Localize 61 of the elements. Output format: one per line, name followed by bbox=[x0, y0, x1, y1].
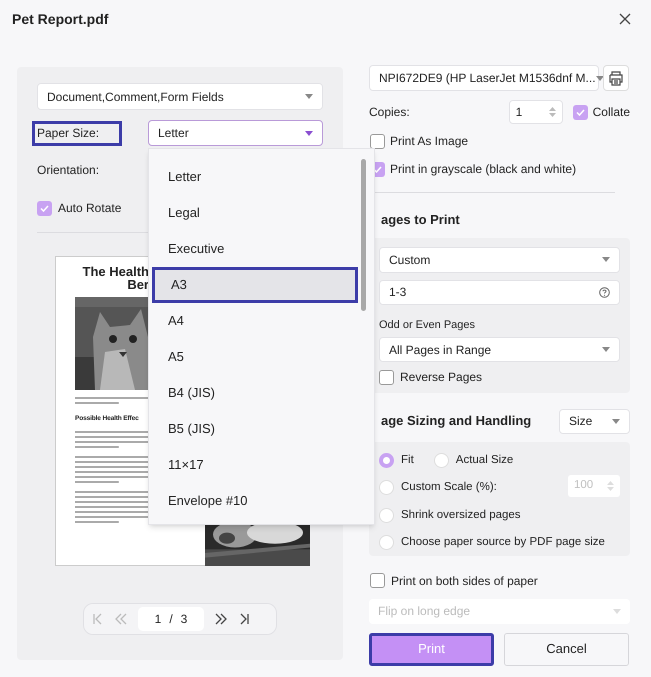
printer-settings-button[interactable] bbox=[603, 65, 629, 91]
field-label: Orientation: bbox=[37, 162, 100, 179]
page-number-field[interactable]: 1 / 3 bbox=[138, 607, 204, 631]
checkmark-icon bbox=[40, 204, 49, 212]
page-range-select[interactable]: Custom bbox=[379, 246, 620, 272]
radio-label: Custom Scale (%): bbox=[401, 480, 497, 496]
scrollbar-thumb[interactable] bbox=[361, 159, 366, 311]
next-page-icon[interactable] bbox=[214, 613, 228, 625]
checkbox[interactable] bbox=[572, 104, 588, 120]
checkbox[interactable] bbox=[37, 200, 52, 216]
caret-icon bbox=[612, 418, 620, 424]
checkbox-label: Auto Rotate bbox=[58, 200, 122, 217]
checkbox[interactable] bbox=[370, 573, 385, 588]
last-page-icon[interactable] bbox=[238, 613, 250, 625]
spinner-arrows-icon bbox=[607, 480, 614, 492]
caret-icon bbox=[305, 94, 313, 99]
checkbox[interactable] bbox=[379, 370, 394, 384]
section-heading: age Sizing and Handling bbox=[380, 412, 532, 430]
page-range-field[interactable]: 1-3 bbox=[379, 280, 620, 304]
checkbox[interactable] bbox=[370, 134, 385, 148]
paper-size-select[interactable]: Letter bbox=[148, 120, 323, 146]
section-heading: ages to Print bbox=[380, 211, 461, 229]
radio-button[interactable] bbox=[434, 452, 449, 468]
radio-label: Actual Size bbox=[456, 452, 514, 468]
radio-label: Fit bbox=[401, 452, 414, 468]
content-select[interactable]: Document,Comment,Form Fields bbox=[37, 83, 323, 110]
caret-icon bbox=[602, 257, 610, 262]
dropdown-option[interactable]: A3 bbox=[152, 267, 358, 303]
checkbox-label: Collate bbox=[592, 104, 630, 121]
help-icon bbox=[599, 286, 610, 298]
checkbox-label: Print on both sides of paper bbox=[391, 572, 538, 590]
previous-page-icon[interactable] bbox=[114, 613, 128, 625]
caret-icon bbox=[305, 130, 313, 136]
copies-spinner[interactable]: 1 bbox=[508, 100, 563, 124]
printer-icon bbox=[608, 70, 624, 86]
caret-icon bbox=[613, 608, 621, 614]
radio-button[interactable] bbox=[379, 535, 394, 550]
document-title: The Health bbox=[82, 265, 149, 278]
radio-button[interactable] bbox=[379, 480, 394, 496]
scale-spinner: 100 bbox=[568, 474, 620, 497]
checkmark-icon bbox=[576, 108, 585, 116]
caret-icon bbox=[602, 347, 610, 352]
window-title: Pet Report.pdf bbox=[12, 10, 108, 29]
field-label: Odd or Even Pages bbox=[379, 318, 476, 332]
caret-icon bbox=[596, 76, 604, 80]
field-label: Paper Size: bbox=[32, 120, 122, 146]
radio-label: Choose paper source by PDF page size bbox=[401, 535, 605, 550]
cancel-button[interactable]: Cancel bbox=[504, 632, 629, 666]
radio-label: Shrink oversized pages bbox=[401, 508, 521, 523]
checkbox-label: Print in grayscale (black and white) bbox=[390, 161, 576, 178]
close-icon[interactable] bbox=[619, 13, 631, 25]
field-label: Copies: bbox=[369, 104, 410, 121]
radio-button[interactable] bbox=[379, 452, 394, 468]
spinner-arrows-icon bbox=[548, 106, 556, 118]
checkbox-label: Print As Image bbox=[390, 133, 468, 150]
checkbox-label: Reverse Pages bbox=[400, 369, 482, 386]
sizing-select[interactable]: Size bbox=[559, 408, 630, 434]
radio-button[interactable] bbox=[379, 508, 394, 523]
first-page-icon[interactable] bbox=[92, 613, 104, 625]
document-title: Ber bbox=[127, 278, 149, 291]
odd-even-select[interactable]: All Pages in Range bbox=[379, 337, 620, 362]
